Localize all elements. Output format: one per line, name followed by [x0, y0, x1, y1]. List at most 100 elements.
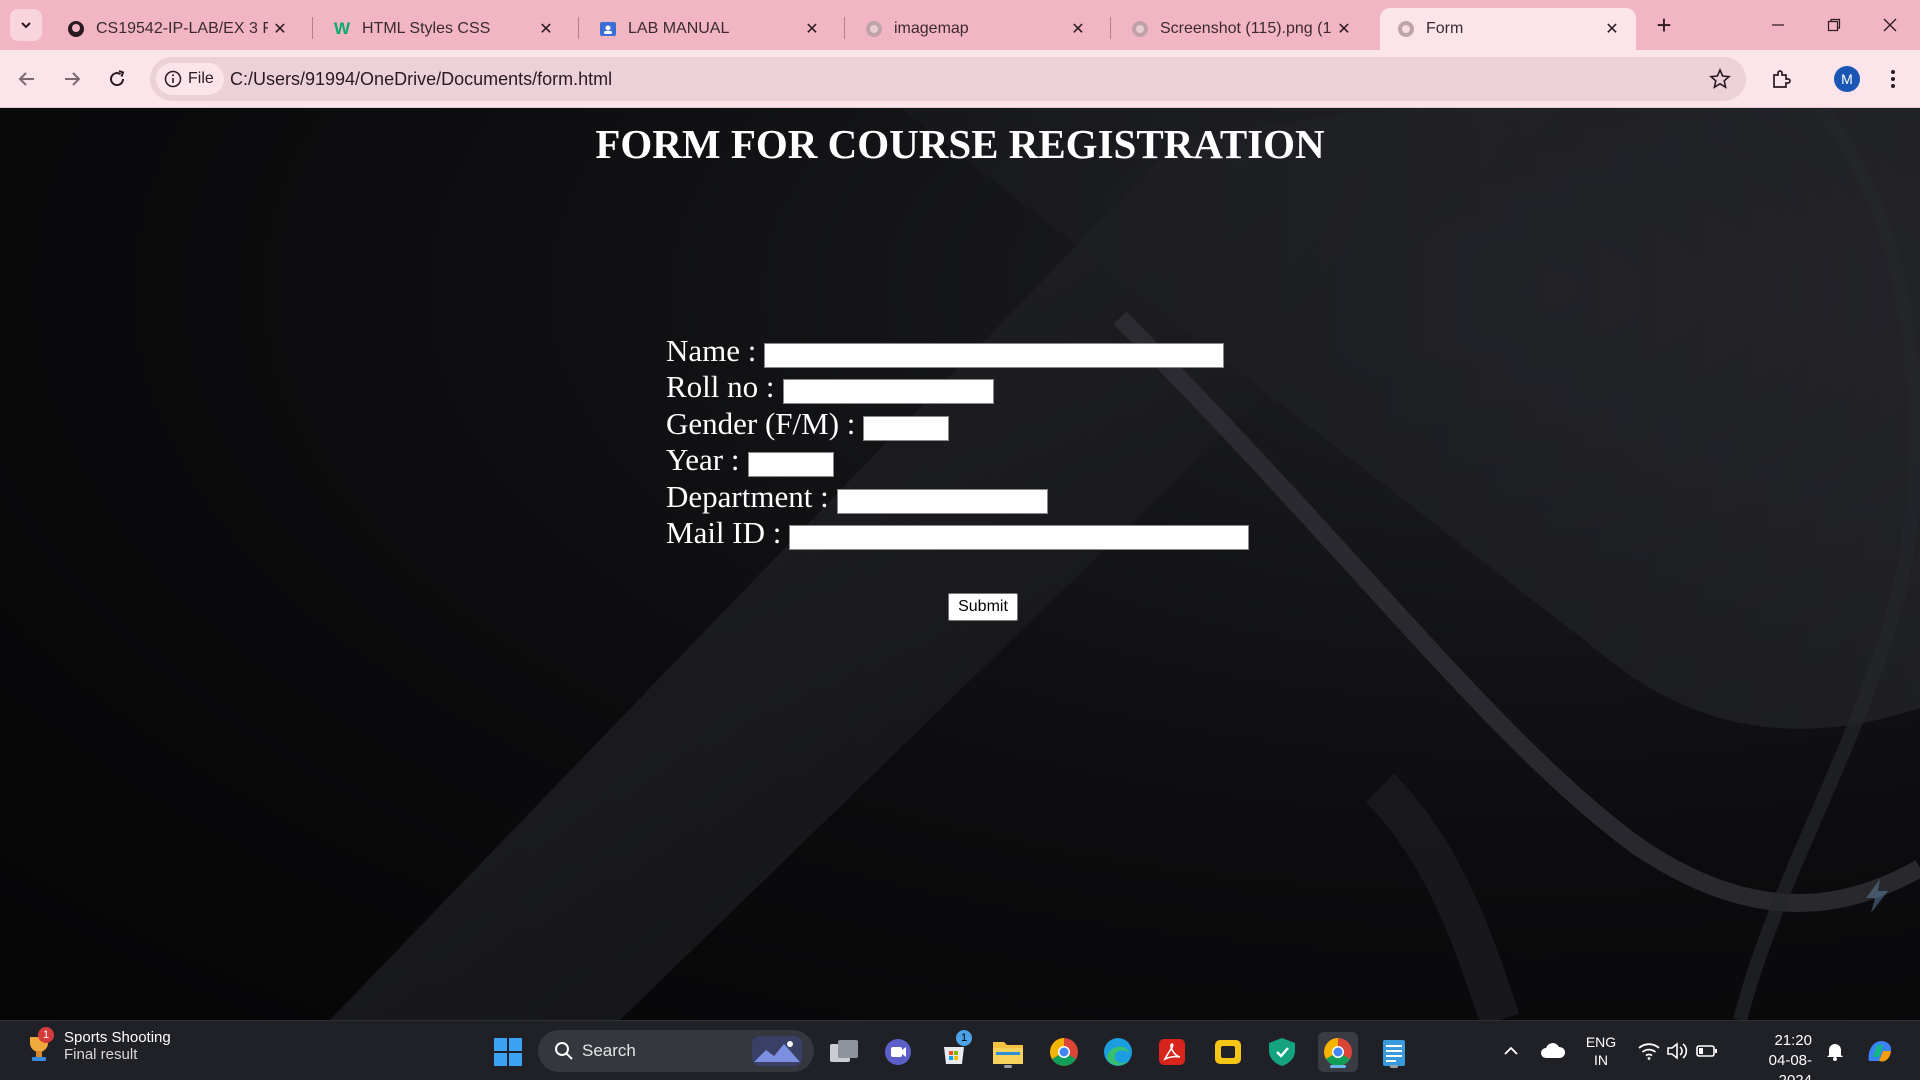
name-input[interactable]: [764, 342, 1225, 368]
minimize-button[interactable]: [1750, 0, 1806, 50]
globe-icon: [864, 19, 884, 39]
notepad-icon: [1383, 1040, 1405, 1066]
puzzle-icon: [1773, 70, 1791, 88]
copilot-button[interactable]: [1862, 1021, 1898, 1080]
wifi-button[interactable]: [1634, 1021, 1664, 1080]
forward-button[interactable]: [55, 62, 89, 96]
chrome-button[interactable]: [1044, 1032, 1084, 1072]
tab-screenshot[interactable]: Screenshot (115).png (1920 ✕: [1114, 8, 1368, 50]
news-widget[interactable]: 1 Sports Shooting Final result: [24, 1027, 171, 1063]
tab-separator: [578, 17, 579, 39]
close-window-button[interactable]: [1862, 0, 1918, 50]
security-app-button[interactable]: [1262, 1032, 1302, 1072]
name-label: Name :: [666, 332, 757, 368]
active-indicator: [1330, 1065, 1346, 1068]
tab-github[interactable]: CS19542-IP-LAB/EX 3 Form ✕: [50, 8, 304, 50]
edge-button[interactable]: [1098, 1032, 1138, 1072]
site-info-chip[interactable]: File: [156, 63, 224, 95]
search-placeholder: Search: [582, 1041, 636, 1060]
globe-icon: [1130, 19, 1150, 39]
bookmark-star-icon[interactable]: [1708, 67, 1732, 91]
tab-title: Form: [1426, 20, 1464, 37]
arrow-right-icon: [65, 72, 81, 86]
tab-title: HTML Styles CSS: [362, 20, 491, 37]
tab-lab-manual[interactable]: LAB MANUAL ✕: [582, 8, 836, 50]
more-vertical-icon: [1891, 70, 1895, 88]
shield-icon: [1269, 1038, 1295, 1066]
rollno-input[interactable]: [782, 379, 994, 404]
notification-badge: 1: [38, 1027, 54, 1043]
url-text[interactable]: C:/Users/91994/OneDrive/Documents/form.h…: [230, 57, 612, 101]
restore-button[interactable]: [1806, 0, 1862, 50]
windows-icon: [494, 1038, 522, 1066]
restore-icon: [1827, 18, 1841, 32]
search-icon: [555, 1042, 573, 1060]
reload-button[interactable]: [100, 62, 134, 96]
lightning-icon: [1866, 879, 1888, 913]
close-icon[interactable]: ✕: [1066, 17, 1090, 41]
profile-button[interactable]: M: [1830, 62, 1864, 96]
file-explorer-button[interactable]: [988, 1032, 1028, 1072]
submit-button[interactable]: Submit: [948, 593, 1018, 621]
address-bar[interactable]: File C:/Users/91994/OneDrive/Documents/f…: [150, 57, 1746, 101]
form-row-mailid: Mail ID :: [666, 515, 1250, 552]
tab-title: CS19542-IP-LAB/EX 3 Form: [96, 20, 268, 37]
battery-button[interactable]: [1692, 1021, 1722, 1080]
taskbar-search[interactable]: Search: [538, 1030, 814, 1072]
close-icon[interactable]: ✕: [1332, 17, 1356, 41]
clock[interactable]: 21:20 04-08-2024: [1738, 1031, 1812, 1080]
extensions-button[interactable]: [1764, 62, 1798, 96]
bell-icon: [1827, 1044, 1843, 1061]
year-label: Year :: [666, 442, 740, 477]
notepad-button[interactable]: [1374, 1032, 1414, 1072]
gender-input[interactable]: [863, 415, 950, 441]
form-row-gender: Gender (F/M) :: [666, 405, 1249, 442]
acrobat-button[interactable]: [1152, 1032, 1192, 1072]
department-input[interactable]: [836, 488, 1048, 514]
wifi-icon: [1638, 1043, 1660, 1060]
trophy-icon: 1: [24, 1027, 54, 1063]
microsoft-store-button[interactable]: 1: [934, 1030, 974, 1072]
chrome-profile-button[interactable]: [1318, 1032, 1358, 1072]
close-icon: [1883, 18, 1897, 32]
tab-search-button[interactable]: [10, 9, 42, 41]
close-icon[interactable]: ✕: [1600, 17, 1624, 41]
close-icon[interactable]: ✕: [800, 17, 824, 41]
year-input[interactable]: [747, 452, 834, 477]
store-badge: 1: [956, 1030, 972, 1046]
close-icon[interactable]: ✕: [268, 17, 292, 41]
taskbar: 1 Sports Shooting Final result Search 1: [0, 1020, 1920, 1080]
tab-imagemap[interactable]: imagemap ✕: [848, 8, 1102, 50]
hidden-icons-button[interactable]: [1496, 1021, 1526, 1080]
back-button[interactable]: [10, 62, 44, 96]
tab-w3schools[interactable]: W HTML Styles CSS ✕: [316, 8, 570, 50]
language-indicator[interactable]: ENG IN: [1578, 1021, 1624, 1080]
battery-icon: [1696, 1045, 1717, 1057]
cloud-icon: [1541, 1043, 1566, 1058]
browser-menu-button[interactable]: [1876, 62, 1910, 96]
media-app-button[interactable]: [1208, 1032, 1248, 1072]
clock-date: 04-08-2024: [1768, 1052, 1812, 1080]
page-viewport: FORM FOR COURSE REGISTRATION Name : Roll…: [0, 108, 1920, 1020]
news-title: Sports Shooting: [64, 1029, 171, 1046]
globe-icon: [1396, 19, 1416, 39]
task-view-button[interactable]: [824, 1032, 864, 1072]
tab-form[interactable]: Form ✕: [1380, 8, 1636, 50]
start-button[interactable]: [488, 1032, 528, 1072]
region-code: IN: [1594, 1052, 1608, 1068]
onedrive-button[interactable]: [1538, 1021, 1568, 1080]
teams-chat-button[interactable]: [878, 1032, 918, 1072]
mailid-input[interactable]: [789, 525, 1250, 550]
close-icon[interactable]: ✕: [534, 17, 558, 41]
running-indicator: [1004, 1065, 1012, 1068]
tab-title: imagemap: [894, 20, 969, 37]
w3schools-icon: W: [333, 19, 351, 38]
new-tab-button[interactable]: +: [1650, 10, 1678, 40]
google-classroom-icon: [598, 19, 618, 39]
notifications-button[interactable]: [1820, 1021, 1850, 1080]
tab-title: Screenshot (115).png (1920: [1160, 20, 1332, 37]
tab-separator: [312, 17, 313, 39]
tab-separator: [1110, 17, 1111, 39]
volume-button[interactable]: [1662, 1021, 1692, 1080]
gender-label: Gender (F/M) :: [666, 405, 856, 441]
